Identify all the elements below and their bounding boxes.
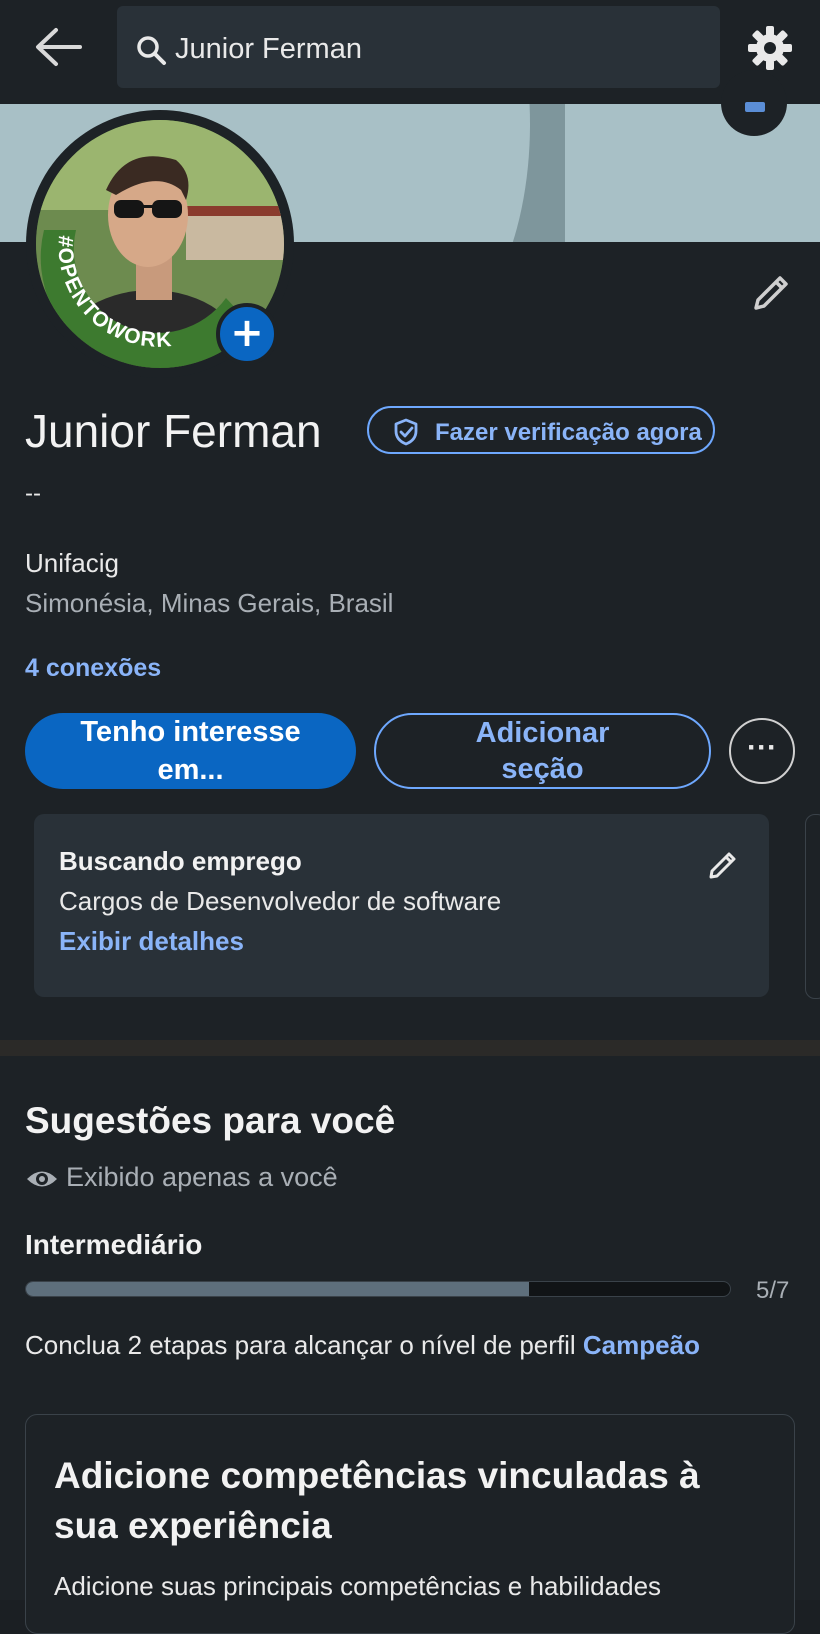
- search-field[interactable]: Junior Ferman: [117, 6, 720, 88]
- edit-pencil-icon[interactable]: [706, 848, 740, 882]
- add-skills-card[interactable]: Adicione competências vinculadas à sua e…: [25, 1414, 795, 1634]
- search-input[interactable]: Junior Ferman: [175, 33, 362, 66]
- level-hint: Conclua 2 etapas para alcançar o nível d…: [25, 1330, 700, 1361]
- verify-label: Fazer verificação agora: [435, 419, 702, 446]
- back-arrow-icon[interactable]: [30, 22, 86, 72]
- visibility-note: Exibido apenas a você: [66, 1162, 338, 1192]
- level-hint-text: Conclua 2 etapas para alcançar o nível d…: [25, 1330, 583, 1360]
- next-level-link[interactable]: Campeão: [583, 1330, 700, 1360]
- add-skills-description: Adicione suas principais competências e …: [54, 1571, 662, 1601]
- open-to-work-card[interactable]: Buscando emprego Cargos de Desenvolvedor…: [34, 814, 769, 997]
- add-section-button[interactable]: Adicionar seção: [374, 713, 711, 789]
- profile-level-label: Intermediário: [25, 1229, 203, 1260]
- profile-school[interactable]: Unifacig: [25, 548, 119, 579]
- profile-progress-bar: [25, 1281, 731, 1297]
- add-story-button[interactable]: +: [216, 303, 278, 365]
- open-to-work-roles: Cargos de Desenvolvedor de software: [59, 886, 502, 916]
- connections-link[interactable]: 4 conexões: [25, 654, 161, 683]
- interested-in-button[interactable]: Tenho interesse em...: [25, 713, 356, 789]
- show-details-link[interactable]: Exibir detalhes: [59, 926, 244, 957]
- section-divider: [0, 1040, 820, 1056]
- profile-progress-fill: [26, 1282, 529, 1296]
- interested-in-label: Tenho interesse em...: [80, 716, 301, 786]
- suggestions-title: Sugestões para você: [25, 1100, 396, 1141]
- edit-banner-camera-icon[interactable]: [721, 70, 787, 136]
- profile-headline: --: [25, 480, 41, 507]
- edit-profile-pencil-icon[interactable]: [748, 270, 794, 316]
- add-skills-title: Adicione competências vinculadas à sua e…: [54, 1455, 700, 1546]
- add-section-label: Adicionar seção: [475, 717, 610, 785]
- open-to-work-title: Buscando emprego: [59, 846, 302, 876]
- progress-count: 5/7: [756, 1277, 790, 1304]
- profile-location: Simonésia, Minas Gerais, Brasil: [25, 588, 394, 618]
- top-bar: Junior Ferman: [0, 0, 820, 104]
- banner-shape: [565, 104, 820, 242]
- search-icon: [137, 36, 166, 65]
- shield-check-icon: [394, 418, 418, 446]
- eye-icon: [27, 1171, 57, 1187]
- next-card-peek[interactable]: [805, 814, 820, 999]
- banner-shape: [310, 104, 530, 242]
- profile-name: Junior Ferman: [25, 405, 322, 457]
- verify-now-button[interactable]: Fazer verificação agora: [367, 406, 715, 454]
- more-options-label: ···: [747, 731, 777, 764]
- gear-icon[interactable]: [746, 24, 794, 72]
- more-options-button[interactable]: ···: [729, 718, 795, 784]
